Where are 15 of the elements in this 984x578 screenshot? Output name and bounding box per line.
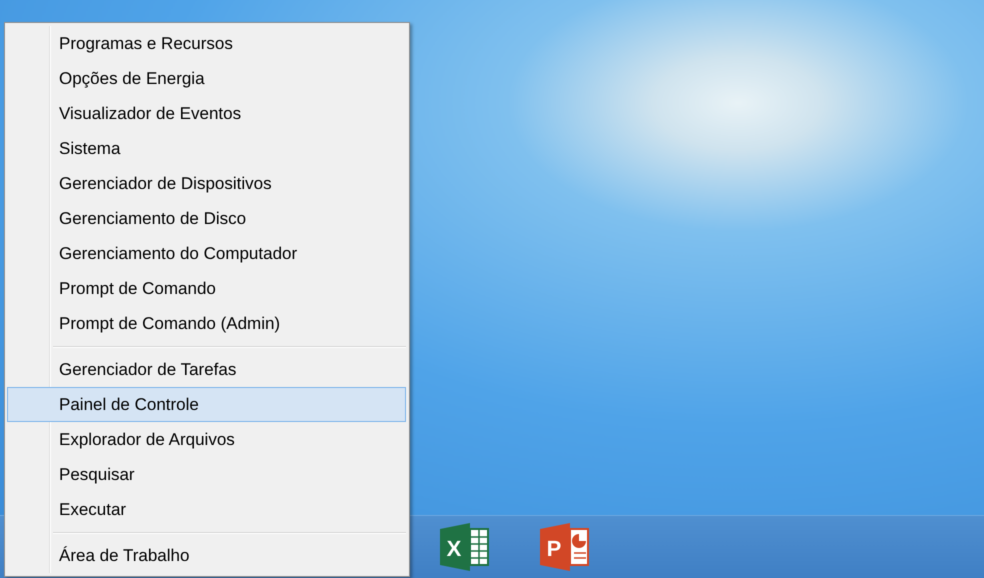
menu-item[interactable]: Programas e Recursos [7,26,406,61]
menu-item[interactable]: Painel de Controle [7,387,406,422]
menu-item[interactable]: Prompt de Comando [7,271,406,306]
menu-item[interactable]: Área de Trabalho [7,538,406,573]
menu-item[interactable]: Pesquisar [7,457,406,492]
menu-item[interactable]: Opções de Energia [7,61,406,96]
menu-item[interactable]: Gerenciador de Dispositivos [7,166,406,201]
menu-item[interactable]: Executar [7,492,406,527]
menu-item[interactable]: Sistema [7,131,406,166]
menu-item[interactable]: Gerenciamento do Computador [7,236,406,271]
menu-item[interactable]: Gerenciador de Tarefas [7,352,406,387]
menu-item[interactable]: Visualizador de Eventos [7,96,406,131]
menu-item[interactable]: Explorador de Arquivos [7,422,406,457]
menu-item[interactable]: Prompt de Comando (Admin) [7,306,406,341]
menu-item[interactable]: Gerenciamento de Disco [7,201,406,236]
